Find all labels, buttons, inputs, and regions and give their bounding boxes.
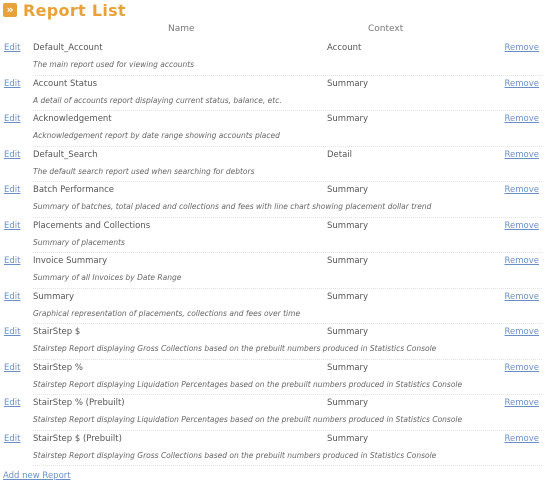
table-row: Edit StairStep $ (Prebuilt) Summary Remove S… bbox=[0, 431, 550, 466]
edit-link[interactable]: Edit bbox=[4, 150, 20, 160]
report-name: StairStep $ (Prebuilt) bbox=[33, 433, 122, 444]
report-description: Stairstep Report displaying Liquidation … bbox=[33, 379, 463, 389]
remove-link[interactable]: Remove bbox=[505, 79, 540, 89]
report-description: Graphical representation of placements, … bbox=[33, 308, 301, 318]
report-name: Batch Performance bbox=[33, 185, 114, 195]
edit-link[interactable]: Edit bbox=[4, 256, 20, 266]
report-description: The default search report used when sear… bbox=[33, 166, 255, 176]
remove-link[interactable]: Remove bbox=[505, 434, 540, 444]
remove-link[interactable]: Remove bbox=[505, 327, 540, 337]
report-name: Invoice Summary bbox=[33, 256, 108, 266]
table-row: Edit Account Status Summary Remove A detail … bbox=[0, 76, 550, 111]
report-context: Summary bbox=[327, 185, 369, 195]
report-description: Stairstep Report displaying Gross Collec… bbox=[33, 450, 437, 460]
remove-link[interactable]: Remove bbox=[505, 185, 540, 195]
table-header: Name Context bbox=[0, 24, 550, 38]
row-divider bbox=[33, 465, 542, 466]
report-name: Account Status bbox=[33, 78, 98, 89]
report-context: Summary bbox=[327, 291, 369, 302]
report-description: Stairstep Report displaying Liquidation … bbox=[33, 415, 463, 424]
add-new-report-link[interactable]: Add new Report bbox=[3, 471, 71, 481]
edit-link[interactable]: Edit bbox=[4, 434, 20, 444]
remove-link[interactable]: Remove bbox=[505, 114, 540, 124]
edit-link[interactable]: Edit bbox=[4, 114, 20, 124]
report-description: The main report used for viewing account… bbox=[33, 60, 195, 69]
report-context: Summary bbox=[327, 220, 369, 231]
report-name: Acknowledgement bbox=[33, 114, 112, 124]
report-name: StairStep $ bbox=[33, 327, 81, 337]
page-title: Report List bbox=[23, 0, 126, 20]
table-row: Edit StairStep $ Summary Remove Stairstep Re… bbox=[0, 324, 550, 360]
edit-link[interactable]: Edit bbox=[4, 292, 20, 302]
table-row: Edit Default_Search Detail Remove The defaul… bbox=[0, 147, 550, 182]
remove-link[interactable]: Remove bbox=[505, 398, 540, 408]
table-row: Edit Acknowledgement Summary Remove Acknowle… bbox=[0, 111, 550, 147]
table-row: Edit StairStep % Summary Remove Stairstep Re… bbox=[0, 360, 550, 395]
report-description: Acknowledgement report by date range sho… bbox=[33, 131, 280, 140]
edit-link[interactable]: Edit bbox=[4, 79, 20, 89]
column-header-name: Name bbox=[168, 24, 195, 34]
edit-link[interactable]: Edit bbox=[4, 363, 20, 373]
report-context: Summary bbox=[327, 114, 369, 124]
remove-link[interactable]: Remove bbox=[505, 292, 540, 302]
report-name: Default_Search bbox=[33, 149, 98, 160]
report-description: Summary of all Invoices by Date Range bbox=[33, 273, 182, 282]
remove-link[interactable]: Remove bbox=[505, 43, 540, 53]
report-description: Stairstep Report displaying Gross Collec… bbox=[33, 344, 437, 353]
report-context: Summary bbox=[327, 78, 369, 89]
remove-link[interactable]: Remove bbox=[505, 221, 540, 231]
report-name: Placements and Collections bbox=[33, 220, 151, 231]
report-context: Detail bbox=[327, 149, 353, 160]
report-description: A detail of accounts report displaying c… bbox=[33, 95, 282, 105]
report-table: Edit Default_Account Account Remove The main… bbox=[0, 40, 550, 466]
table-row: Edit Batch Performance Summary Remove Summar… bbox=[0, 182, 550, 218]
remove-link[interactable]: Remove bbox=[505, 363, 540, 373]
report-context: Summary bbox=[327, 398, 369, 408]
report-name: StairStep % bbox=[33, 362, 83, 373]
table-row: Edit Invoice Summary Summary Remove Summary … bbox=[0, 253, 550, 289]
edit-link[interactable]: Edit bbox=[4, 221, 20, 231]
report-context: Summary bbox=[327, 327, 369, 337]
edit-link[interactable]: Edit bbox=[4, 327, 20, 337]
table-row: Edit Placements and Collections Summary Rem… bbox=[0, 218, 550, 253]
table-row: Edit StairStep % (Prebuilt) Summary Remove S… bbox=[0, 395, 550, 431]
report-list-page: » Report List Name Context Edit Default_A… bbox=[0, 0, 550, 490]
report-context: Summary bbox=[327, 256, 369, 266]
table-row: Edit Default_Account Account Remove The main… bbox=[0, 40, 550, 76]
table-row: Edit Summary Summary Remove Graphical repres… bbox=[0, 289, 550, 324]
double-chevron-right-icon: » bbox=[3, 3, 17, 17]
report-name: Default_Account bbox=[33, 43, 103, 53]
remove-link[interactable]: Remove bbox=[505, 150, 540, 160]
column-header-context: Context bbox=[368, 24, 404, 34]
edit-link[interactable]: Edit bbox=[4, 185, 20, 195]
report-context: Summary bbox=[327, 362, 369, 373]
report-name: StairStep % (Prebuilt) bbox=[33, 398, 125, 408]
report-context: Summary bbox=[327, 433, 369, 444]
report-context: Account bbox=[327, 43, 362, 53]
remove-link[interactable]: Remove bbox=[505, 256, 540, 266]
report-name: Summary bbox=[33, 291, 75, 302]
edit-link[interactable]: Edit bbox=[4, 43, 20, 53]
report-description: Summary of placements bbox=[33, 237, 125, 247]
report-description: Summary of batches, total placed and col… bbox=[33, 202, 432, 211]
edit-link[interactable]: Edit bbox=[4, 398, 20, 408]
page-header: » Report List bbox=[3, 0, 126, 20]
